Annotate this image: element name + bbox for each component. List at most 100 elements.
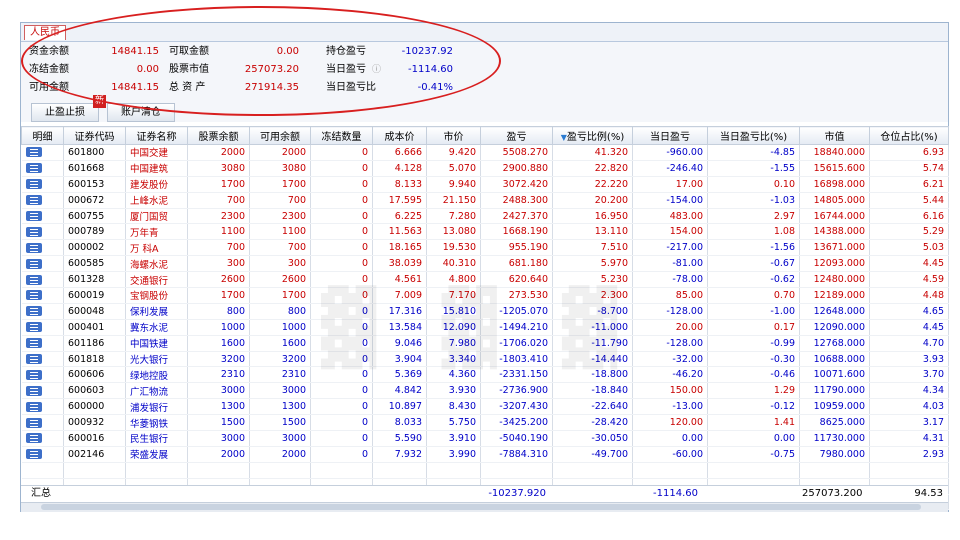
detail-list-icon[interactable] bbox=[25, 211, 42, 221]
col-today-pl-ratio[interactable]: 当日盈亏比(%) bbox=[707, 126, 800, 145]
table-row[interactable]: 002146 荣盛发展 2000 2000 0 7.932 3.990 -7884.310 -4… bbox=[21, 446, 949, 463]
table-row[interactable]: 000789 万年青 1100 1100 0 11.563 13.080 1668.190 13… bbox=[21, 223, 949, 241]
row-detail-cell[interactable] bbox=[21, 176, 64, 193]
col-price[interactable]: 市价 bbox=[426, 126, 481, 145]
table-row[interactable]: 000932 华菱钢铁 1500 1500 0 8.033 5.750 -3425.200 -2… bbox=[21, 414, 949, 432]
col-position-ratio[interactable]: 仓位占比(%) bbox=[869, 126, 949, 145]
row-detail-cell[interactable] bbox=[21, 287, 64, 304]
row-detail-cell[interactable] bbox=[21, 351, 64, 368]
detail-list-icon[interactable] bbox=[25, 369, 42, 380]
detail-list-icon[interactable] bbox=[25, 195, 42, 206]
cell-cost: 38.039 bbox=[372, 255, 427, 273]
cell-name: 海螺水泥 bbox=[125, 255, 188, 273]
stop-profit-loss-button[interactable]: 止盈止损 bbox=[31, 103, 99, 122]
empty-cell bbox=[799, 462, 870, 479]
cell-code: 600585 bbox=[63, 255, 126, 273]
col-available[interactable]: 可用余额 bbox=[249, 126, 311, 145]
table-row[interactable]: 000002 万 科A 700 700 0 18.165 19.530 955.190 7.51… bbox=[21, 239, 949, 257]
watermark: ▓ ▓ ▓ bbox=[321, 285, 638, 369]
cell-code: 600755 bbox=[63, 208, 126, 225]
table-row[interactable]: 600603 广汇物流 3000 3000 0 4.842 3.930 -2736.900 -1… bbox=[21, 382, 949, 400]
col-pl[interactable]: 盈亏 bbox=[480, 126, 553, 145]
scrollbar-thumb[interactable] bbox=[41, 504, 921, 510]
cell-name: 宝钢股份 bbox=[125, 287, 188, 304]
cell-mv: 8625.000 bbox=[799, 414, 870, 432]
row-detail-cell[interactable] bbox=[21, 414, 64, 432]
row-detail-cell[interactable] bbox=[21, 160, 64, 177]
row-detail-cell[interactable] bbox=[21, 223, 64, 241]
table-row[interactable]: 600000 浦发银行 1300 1300 0 10.897 8.430 -3207.430-… bbox=[21, 398, 949, 416]
cell-price: 40.310 bbox=[426, 255, 481, 273]
detail-list-icon[interactable] bbox=[25, 401, 42, 412]
table-row[interactable]: 601668 中国建筑 3080 3080 0 4.128 5.070 2900.880 22.… bbox=[21, 160, 949, 177]
row-detail-cell[interactable] bbox=[21, 239, 64, 257]
row-detail-cell[interactable] bbox=[21, 366, 64, 384]
row-detail-cell[interactable] bbox=[21, 335, 64, 352]
row-detail-cell[interactable] bbox=[21, 208, 64, 225]
detail-list-icon[interactable] bbox=[25, 433, 42, 444]
cell-mv: 18840.000 bbox=[799, 144, 870, 161]
row-detail-cell[interactable] bbox=[21, 430, 64, 447]
detail-list-icon[interactable] bbox=[25, 258, 42, 269]
table-row[interactable]: 600755 厦门国贸 2300 2300 0 6.225 7.280 2427.370 16.… bbox=[21, 208, 949, 225]
cell-code: 000401 bbox=[63, 319, 126, 336]
row-detail-cell[interactable] bbox=[21, 144, 64, 161]
detail-list-icon[interactable] bbox=[25, 354, 42, 365]
detail-list-icon[interactable] bbox=[25, 179, 42, 190]
cell-mv: 14388.000 bbox=[799, 223, 870, 241]
col-balance[interactable]: 股票余额 bbox=[187, 126, 250, 145]
detail-list-icon[interactable] bbox=[25, 274, 42, 285]
cell-mv: 12189.000 bbox=[799, 287, 870, 304]
row-detail-cell[interactable] bbox=[21, 398, 64, 416]
detail-list-icon[interactable] bbox=[25, 306, 42, 317]
cell-code: 002146 bbox=[63, 446, 126, 463]
table-row[interactable]: 600153 建发股份 1700 1700 0 8.133 9.940 3072.420 22.… bbox=[21, 176, 949, 193]
row-detail-cell[interactable] bbox=[21, 271, 64, 289]
cell-name: 中国建筑 bbox=[125, 160, 188, 177]
cell-dplr: 1.08 bbox=[707, 223, 800, 241]
detail-list-icon[interactable] bbox=[25, 226, 42, 237]
detail-list-icon[interactable] bbox=[25, 147, 42, 158]
cell-dplr: -1.56 bbox=[707, 239, 800, 257]
cell-name: 冀东水泥 bbox=[125, 319, 188, 336]
detail-list-icon[interactable] bbox=[25, 338, 42, 349]
row-detail-cell[interactable] bbox=[21, 255, 64, 273]
cell-cost: 10.897 bbox=[372, 398, 427, 416]
table-row[interactable]: 600016 民生银行 3000 3000 0 5.590 3.910 -5040.190 -3… bbox=[21, 430, 949, 447]
cell-bal: 300 bbox=[187, 255, 250, 273]
row-detail-cell[interactable] bbox=[21, 382, 64, 400]
cell-dplr: -0.99 bbox=[707, 335, 800, 352]
detail-list-icon[interactable] bbox=[25, 163, 42, 174]
row-detail-cell[interactable] bbox=[21, 192, 64, 209]
col-market-value[interactable]: 市值 bbox=[799, 126, 870, 145]
detail-list-icon[interactable] bbox=[25, 417, 42, 428]
cell-mv: 15615.600 bbox=[799, 160, 870, 177]
table-row[interactable]: 600606 绿地控股 2310 2310 0 5.369 4.360 -2331.150 -1… bbox=[21, 366, 949, 384]
detail-list-icon[interactable] bbox=[25, 385, 42, 396]
cell-pl: 2488.300 bbox=[480, 192, 553, 209]
cell-mv: 16898.000 bbox=[799, 176, 870, 193]
horizontal-scrollbar[interactable] bbox=[21, 502, 948, 512]
detail-list-icon[interactable] bbox=[25, 449, 42, 460]
cell-plr: 20.200 bbox=[552, 192, 633, 209]
col-detail[interactable]: 明细 bbox=[21, 126, 64, 145]
col-name[interactable]: 证券名称 bbox=[125, 126, 188, 145]
cell-pl: -7884.310 bbox=[480, 446, 553, 463]
col-cost[interactable]: 成本价 bbox=[372, 126, 427, 145]
table-row[interactable]: 600585 海螺水泥 300 300 0 38.039 40.310 681.180 5.97… bbox=[21, 255, 949, 273]
cell-bal: 3000 bbox=[187, 382, 250, 400]
table-row[interactable]: 601800 中国交建 2000 2000 0 6.666 9.420 5508.270 41.… bbox=[21, 144, 949, 161]
col-code[interactable]: 证券代码 bbox=[63, 126, 126, 145]
table-row[interactable]: 000672 上峰水泥 700 700 0 17.595 21.150 2488.300 20.… bbox=[21, 192, 949, 209]
row-detail-cell[interactable] bbox=[21, 319, 64, 336]
row-detail-cell[interactable] bbox=[21, 303, 64, 320]
row-detail-cell[interactable] bbox=[21, 446, 64, 463]
detail-list-icon[interactable] bbox=[25, 290, 42, 301]
col-today-pl[interactable]: 当日盈亏 bbox=[632, 126, 708, 145]
cell-mv: 12768.000 bbox=[799, 335, 870, 352]
detail-list-icon[interactable] bbox=[25, 322, 42, 333]
col-pl-ratio[interactable]: ▼盈亏比例(%) bbox=[552, 126, 633, 145]
col-frozen[interactable]: 冻结数量 bbox=[310, 126, 373, 145]
cell-dplr: 2.97 bbox=[707, 208, 800, 225]
detail-list-icon[interactable] bbox=[25, 242, 42, 253]
